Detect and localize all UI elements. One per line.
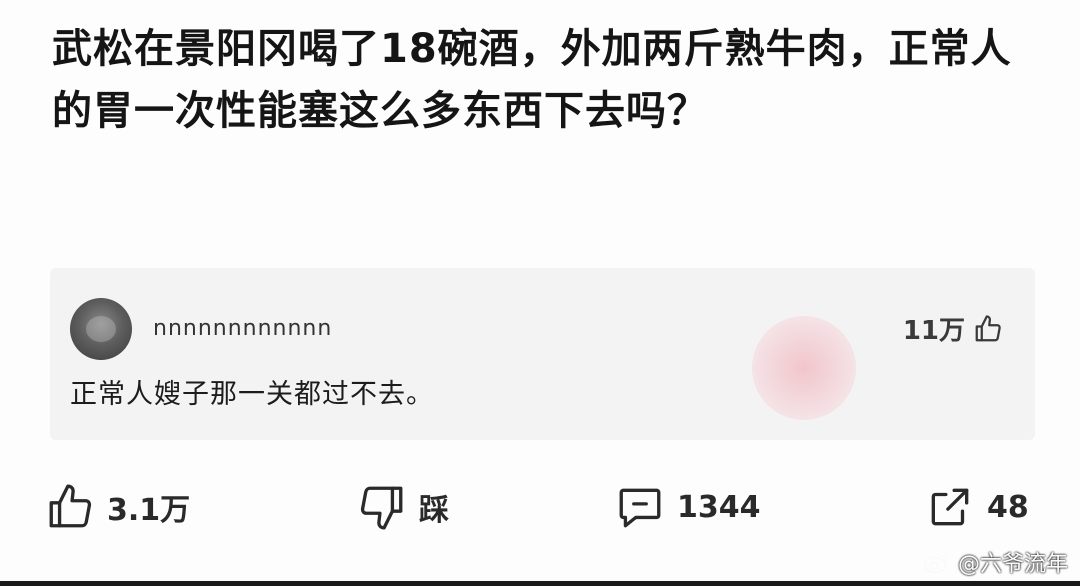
share-count: 48 [987, 489, 1029, 525]
share-button[interactable]: 48 [925, 482, 1029, 532]
bottom-divider [0, 581, 1080, 586]
comment-like-button[interactable]: 11万 [903, 310, 1003, 347]
watermark-badge [752, 316, 856, 420]
source-watermark: @六爷流年 [922, 546, 1068, 578]
share-icon [931, 488, 969, 526]
dislike-label: 踩 [419, 493, 449, 528]
top-comment-card[interactable]: nnnnnnnnnnnn 11万 正常人嫂子那一关都过不去。 [50, 268, 1035, 440]
comment-button[interactable]: 1344 [615, 482, 761, 532]
thumbs-up-icon [49, 484, 92, 528]
weibo-icon [923, 551, 950, 574]
dislike-button[interactable]: 踩 [357, 482, 449, 532]
action-bar: 3.1万 踩 1344 48 [45, 482, 1040, 538]
like-count: 3.1万 [107, 493, 191, 528]
post-question: 武松在景阳冈喝了18碗酒，外加两斤熟牛肉，正常人的胃一次性能塞这么多东西下去吗？ [52, 26, 1012, 134]
comment-icon [619, 488, 661, 528]
thumbs-up-icon [975, 314, 1001, 341]
post-screenshot: 武松在景阳冈喝了18碗酒，外加两斤熟牛肉，正常人的胃一次性能塞这么多东西下去吗？… [0, 0, 1080, 586]
thumbs-down-icon [360, 486, 403, 530]
comment-like-count: 11万 [902, 316, 965, 346]
comment-username[interactable]: nnnnnnnnnnnn [153, 316, 332, 341]
source-watermark-text: @六爷流年 [957, 552, 1068, 577]
avatar[interactable] [70, 298, 132, 360]
comment-count: 1344 [677, 489, 761, 525]
like-button[interactable]: 3.1万 [45, 482, 190, 532]
comment-text: 正常人嫂子那一关都过不去。 [70, 379, 434, 410]
